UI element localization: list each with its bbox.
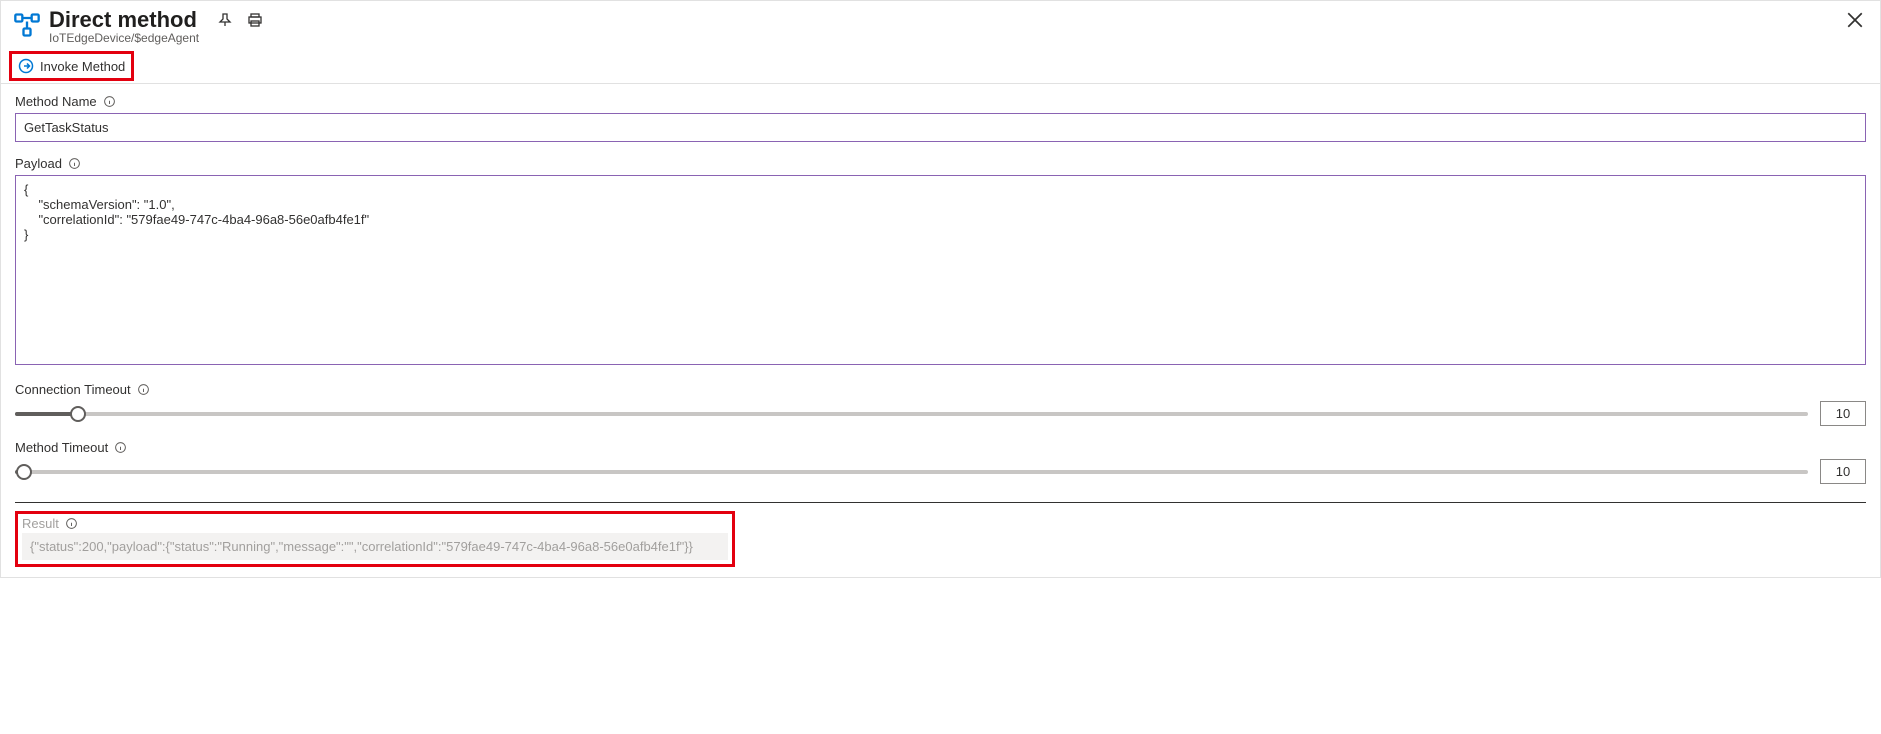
info-icon[interactable] [137,383,150,396]
page-title: Direct method [49,7,197,33]
panel-header: Direct method [1,1,1880,49]
payload-label: Payload [15,156,62,171]
connection-timeout-slider[interactable] [15,412,1808,416]
close-icon[interactable] [1846,11,1864,29]
method-timeout-slider[interactable] [15,470,1808,474]
payload-input[interactable] [15,175,1866,365]
divider [15,502,1866,503]
result-section: Result {"status":200,"payload":{"status"… [15,511,735,567]
method-timeout-label: Method Timeout [15,440,108,455]
method-timeout-value[interactable]: 10 [1820,459,1866,484]
invoke-method-label: Invoke Method [40,59,125,74]
direct-method-icon [13,11,41,39]
breadcrumb: IoTEdgeDevice/$edgeAgent [49,31,263,45]
invoke-icon [18,58,34,74]
method-name-input[interactable] [15,113,1866,142]
connection-timeout-value[interactable]: 10 [1820,401,1866,426]
info-icon[interactable] [68,157,81,170]
slider-thumb[interactable] [70,406,86,422]
toolbar: Invoke Method [1,49,1880,84]
connection-timeout-label: Connection Timeout [15,382,131,397]
slider-thumb[interactable] [16,464,32,480]
info-icon[interactable] [65,517,78,530]
pin-icon[interactable] [217,12,233,28]
direct-method-panel: Direct method [0,0,1881,578]
result-output: {"status":200,"payload":{"status":"Runni… [22,533,728,560]
info-icon[interactable] [114,441,127,454]
print-icon[interactable] [247,12,263,28]
result-label: Result [22,516,59,531]
invoke-method-button[interactable]: Invoke Method [9,51,134,81]
info-icon[interactable] [103,95,116,108]
method-name-label: Method Name [15,94,97,109]
